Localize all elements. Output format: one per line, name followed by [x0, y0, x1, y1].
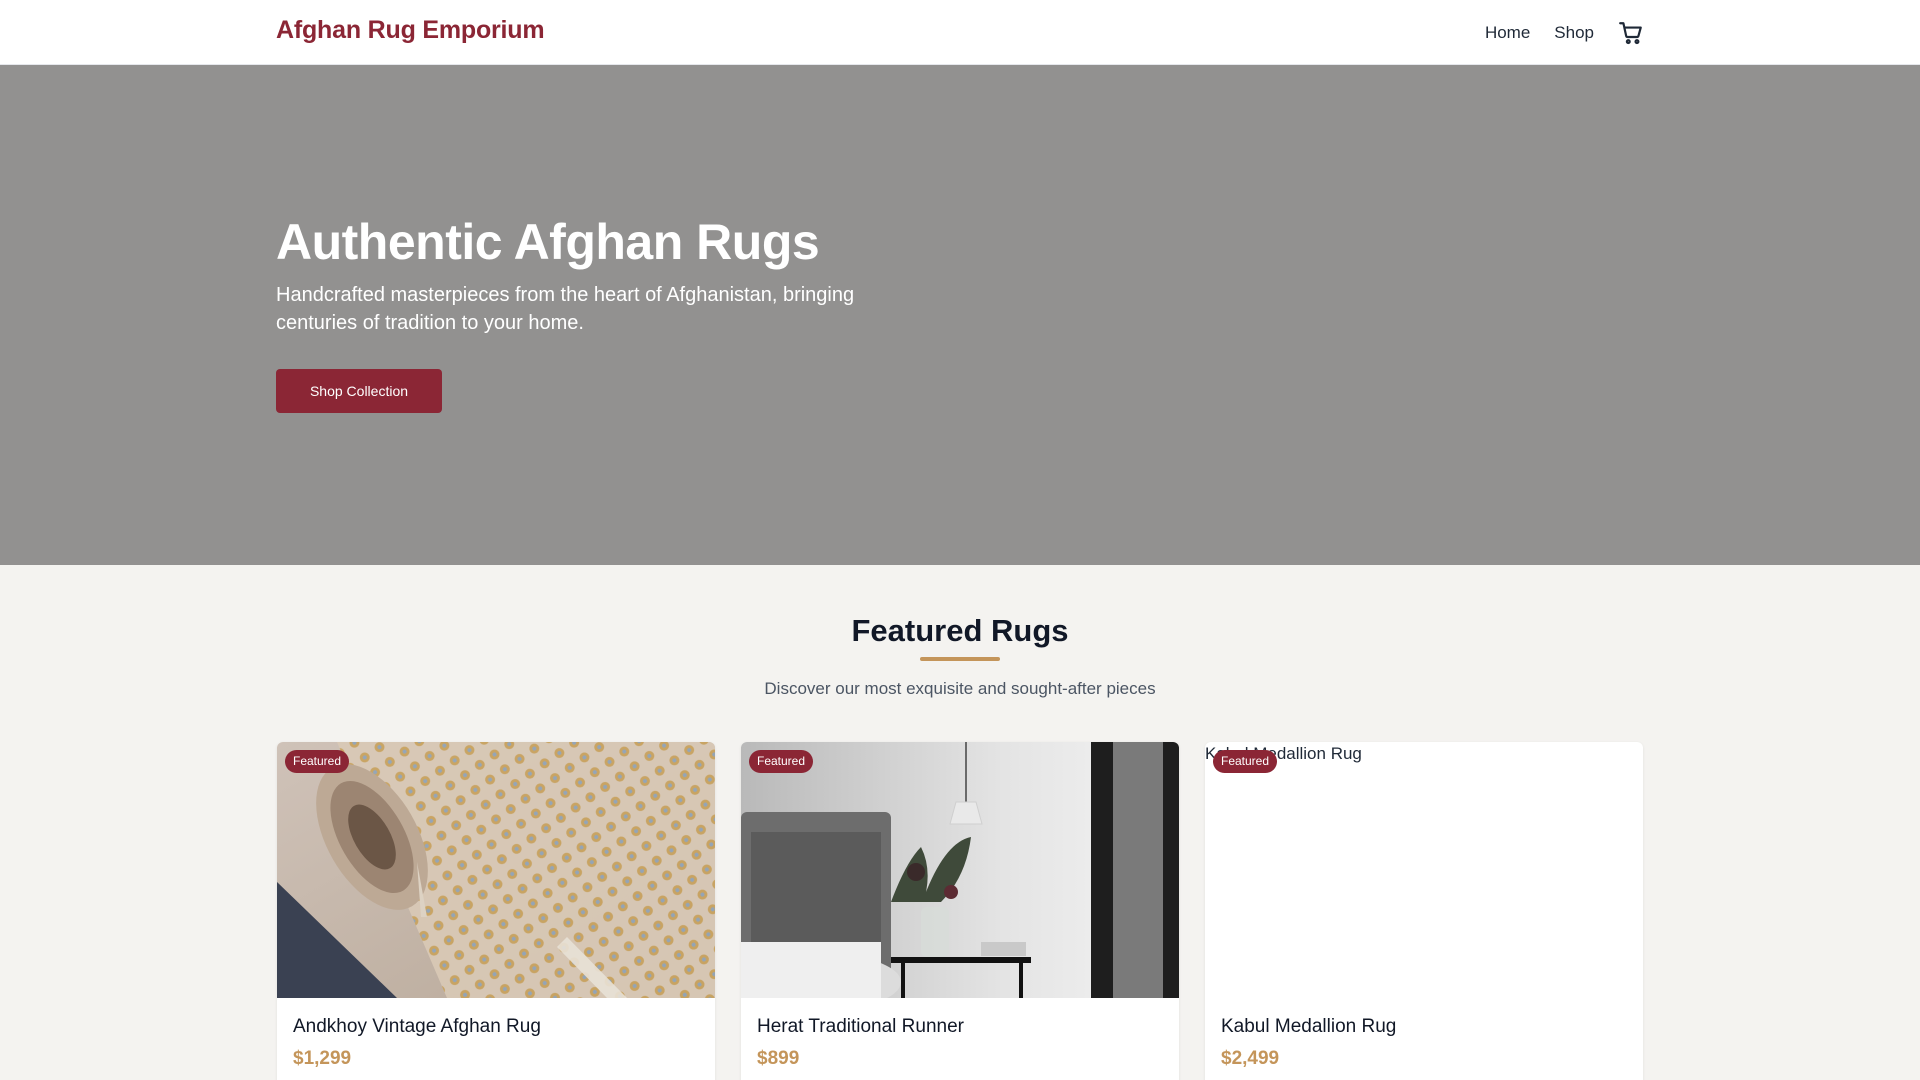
shop-collection-button[interactable]: Shop Collection [276, 369, 442, 413]
featured-section-subtitle: Discover our most exquisite and sought-a… [764, 679, 1156, 698]
product-name[interactable]: Kabul Medallion Rug [1221, 1016, 1396, 1038]
product-image-broken[interactable]: Kabul Medallion Rug [1205, 742, 1643, 998]
featured-badge: Featured [749, 750, 814, 773]
product-card[interactable]: Featured Andkhoy Vintage Afghan Rug $1,2… [277, 742, 715, 1080]
hero-banner: Authentic Afghan Rugs Handcrafted master… [0, 65, 1920, 565]
bedroom-runner-image [741, 742, 1179, 998]
product-name[interactable]: Herat Traditional Runner [757, 1016, 964, 1038]
main-nav: Home Shop [1485, 0, 1644, 65]
product-card[interactable]: Featured Herat Traditional Runner $899 [741, 742, 1179, 1080]
product-name[interactable]: Andkhoy Vintage Afghan Rug [293, 1016, 541, 1038]
rolled-rug-image [277, 742, 715, 998]
site-header: Afghan Rug Emporium Home Shop [0, 0, 1920, 65]
featured-badge: Featured [285, 750, 350, 773]
product-price: $1,299 [293, 1048, 352, 1069]
product-card[interactable]: Kabul Medallion Rug Featured Kabul Medal… [1205, 742, 1643, 1080]
featured-section-title: Featured Rugs [851, 613, 1069, 648]
hero-title: Authentic Afghan Rugs [276, 214, 820, 270]
site-logo[interactable]: Afghan Rug Emporium [276, 16, 545, 45]
featured-badge: Featured [1213, 750, 1278, 773]
product-price: $2,499 [1221, 1048, 1280, 1069]
product-image[interactable] [277, 742, 715, 998]
product-price: $899 [757, 1048, 800, 1069]
product-image[interactable] [741, 742, 1179, 998]
nav-home-link[interactable]: Home [1485, 23, 1530, 43]
cart-icon[interactable] [1618, 20, 1644, 46]
nav-shop-link[interactable]: Shop [1554, 23, 1594, 43]
hero-subtitle: Handcrafted masterpieces from the heart … [276, 284, 855, 334]
title-underline [920, 657, 1000, 661]
